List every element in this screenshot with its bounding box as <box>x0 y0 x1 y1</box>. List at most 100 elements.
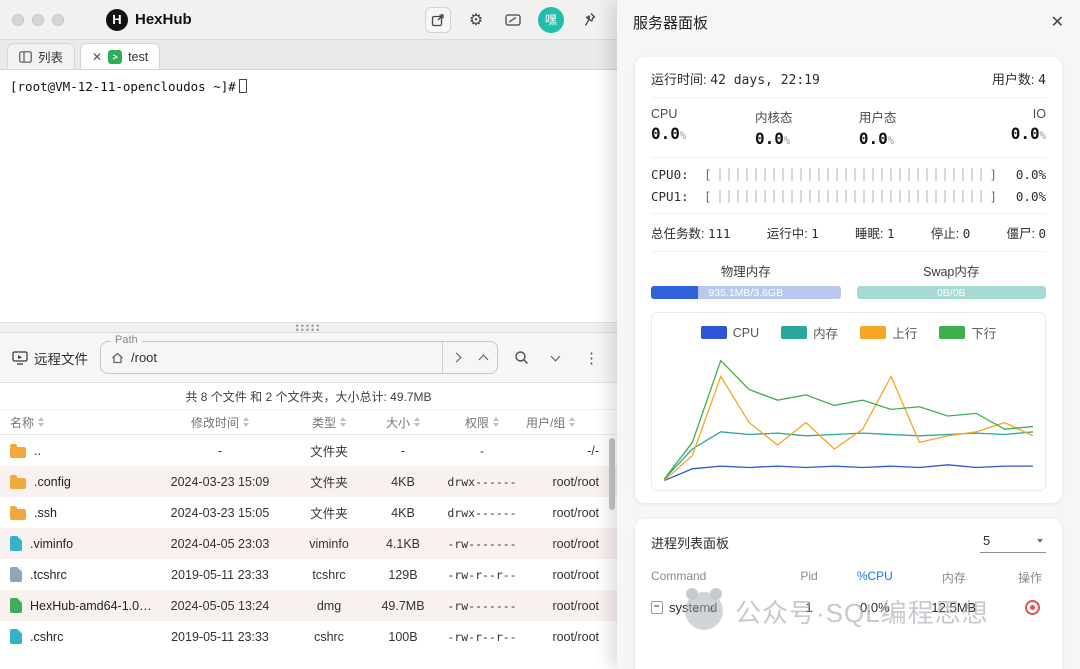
tab-list[interactable]: 列表 <box>7 43 75 69</box>
folder-icon <box>10 509 26 520</box>
table-row[interactable]: .ssh 2024-03-23 15:05 文件夹 4KB drwx------… <box>0 497 617 528</box>
chevron-down-icon <box>550 351 560 361</box>
page-size-value: 5 <box>983 533 990 548</box>
path-go-button[interactable] <box>443 342 470 373</box>
file-icon <box>10 598 22 613</box>
legend-download: 下行 <box>939 323 996 342</box>
table-row[interactable]: .viminfo 2024-04-05 23:03 viminfo 4.1KB … <box>0 528 617 559</box>
physical-memory-bar: 935.1MB/3.6GB <box>651 286 841 299</box>
tab-bar: 列表 ✕ > test <box>0 40 617 70</box>
path-field-label: Path <box>111 334 142 346</box>
close-panel-button[interactable]: ✕ <box>1051 12 1064 32</box>
page-size-select[interactable]: 5 <box>980 531 1046 553</box>
tab-test[interactable]: ✕ > test <box>80 43 160 69</box>
cpu0-meter: CPU0: [ ] 0.0% <box>651 167 1046 182</box>
user-count: 用户数: 4 <box>992 69 1046 88</box>
terminal-prompt: [root@VM-12-11-opencloudos ~]# <box>10 79 236 94</box>
sort-icon <box>569 417 575 427</box>
legend-upload: 上行 <box>860 323 917 342</box>
sort-icon <box>340 417 346 427</box>
gauge-io: IO 0.0% <box>963 107 1046 148</box>
column-header-command[interactable]: Command <box>651 569 783 586</box>
path-field[interactable]: Path /root <box>100 341 498 374</box>
process-list-card: 进程列表面板 5 Command Pid %CPU 内存 操作 systemd … <box>635 519 1062 669</box>
sort-icon <box>243 417 249 427</box>
physical-memory: 物理内存 935.1MB/3.6GB <box>651 261 841 299</box>
remote-files-label-text: 远程文件 <box>34 348 88 368</box>
search-button[interactable] <box>510 347 532 369</box>
table-row[interactable]: .config 2024-03-23 15:09 文件夹 4KB drwx---… <box>0 466 617 497</box>
table-row[interactable]: HexHub-amd64-1.0… 2024-05-05 13:24 dmg 4… <box>0 590 617 621</box>
column-header-owner[interactable]: 用户/组 <box>526 414 607 431</box>
file-summary: 共 8 个文件 和 2 个文件夹，大小总计: 49.7MB <box>0 383 617 410</box>
terminal-output[interactable]: [root@VM-12-11-opencloudos ~]# <box>0 70 617 322</box>
chevron-right-icon <box>452 353 462 363</box>
path-buttons <box>442 342 497 373</box>
server-stats-card: 运行时间: 42 days, 22:19 用户数: 4 CPU 0.0% 内核态… <box>635 57 1062 503</box>
cpu0-ticks <box>719 168 983 181</box>
cpu1-ticks <box>719 190 983 203</box>
column-header-pid[interactable]: Pid <box>783 569 836 586</box>
uptime-row: 运行时间: 42 days, 22:19 用户数: 4 <box>651 69 1046 88</box>
new-window-button[interactable] <box>425 7 451 33</box>
expand-button[interactable] <box>544 347 566 369</box>
column-header-actions[interactable]: 操作 <box>993 569 1046 586</box>
tab-close-icon[interactable]: ✕ <box>92 51 102 63</box>
legend-swatch-upload <box>860 326 886 339</box>
file-table-body: .. - 文件夹 - - -/- .config 2024-03-23 15:0… <box>0 435 617 669</box>
table-row[interactable]: .tcshrc 2019-05-11 23:33 tcshrc 129B -rw… <box>0 559 617 590</box>
titlebar: H HexHub ⚙ 嘿 <box>0 0 617 40</box>
settings-button[interactable]: ⚙ <box>464 8 488 32</box>
app-title: HexHub <box>135 11 192 28</box>
line-chart <box>664 350 1033 482</box>
process-panel-title: 进程列表面板 <box>651 533 729 552</box>
close-window-button[interactable] <box>12 14 24 26</box>
table-row[interactable]: .cshrc 2019-05-11 23:33 cshrc 100B -rw-r… <box>0 621 617 652</box>
remote-files-section-label: 远程文件 <box>12 348 88 368</box>
pin-icon <box>582 12 596 27</box>
select-caret-icon <box>1037 539 1043 543</box>
column-header-mtime[interactable]: 修改时间 <box>150 414 290 431</box>
column-header-size[interactable]: 大小 <box>368 414 438 431</box>
tab-test-label: test <box>128 50 148 64</box>
app-logo: H HexHub <box>106 9 192 31</box>
file-icon <box>10 567 22 582</box>
sort-icon <box>414 417 420 427</box>
kill-process-button[interactable] <box>1025 600 1040 615</box>
user-avatar[interactable]: 嘿 <box>538 7 564 33</box>
home-icon <box>111 352 124 364</box>
column-header-perm[interactable]: 权限 <box>438 414 526 431</box>
table-row[interactable]: .. - 文件夹 - - -/- <box>0 435 617 466</box>
terminal-tools-icon <box>505 13 521 27</box>
legend-swatch-cpu <box>701 326 727 339</box>
path-up-button[interactable] <box>470 342 497 373</box>
process-row[interactable]: systemd 1 0.0% 12.5MB <box>651 600 1046 615</box>
minimize-window-button[interactable] <box>32 14 44 26</box>
gauge-kernel: 内核态 0.0% <box>755 107 859 148</box>
server-panel-header: 服务器面板 ✕ <box>617 0 1080 44</box>
path-value: /root <box>131 350 157 365</box>
chart-legend: CPU 内存 上行 下行 <box>664 323 1033 342</box>
chevron-up-icon <box>479 354 489 364</box>
more-options-button[interactable]: ⋮ <box>584 349 599 367</box>
tools-button[interactable] <box>501 8 525 32</box>
hexhub-logo-icon: H <box>106 9 128 31</box>
column-header-name[interactable]: 名称 <box>0 414 150 431</box>
column-header-cpu[interactable]: %CPU <box>835 569 914 586</box>
file-icon <box>10 536 22 551</box>
file-table-header: 名称 修改时间 类型 大小 权限 用户/组 <box>0 410 617 435</box>
server-panel-title: 服务器面板 <box>633 12 708 33</box>
new-window-icon <box>431 13 445 27</box>
pin-button[interactable] <box>577 8 601 32</box>
file-icon <box>10 629 22 644</box>
column-header-type[interactable]: 类型 <box>290 414 368 431</box>
task-running: 运行中: 1 <box>767 223 819 242</box>
maximize-window-button[interactable] <box>52 14 64 26</box>
pane-splitter[interactable]: •••••••••• <box>0 322 617 333</box>
scrollbar-thumb[interactable] <box>609 438 615 510</box>
terminal-badge-icon: > <box>108 50 122 64</box>
memory-section: 物理内存 935.1MB/3.6GB Swap内存 0B/0B <box>651 261 1046 299</box>
column-header-memory[interactable]: 内存 <box>914 569 993 586</box>
task-total: 总任务数: 111 <box>651 223 731 242</box>
server-panel: 服务器面板 ✕ 运行时间: 42 days, 22:19 用户数: 4 CPU … <box>617 0 1080 669</box>
